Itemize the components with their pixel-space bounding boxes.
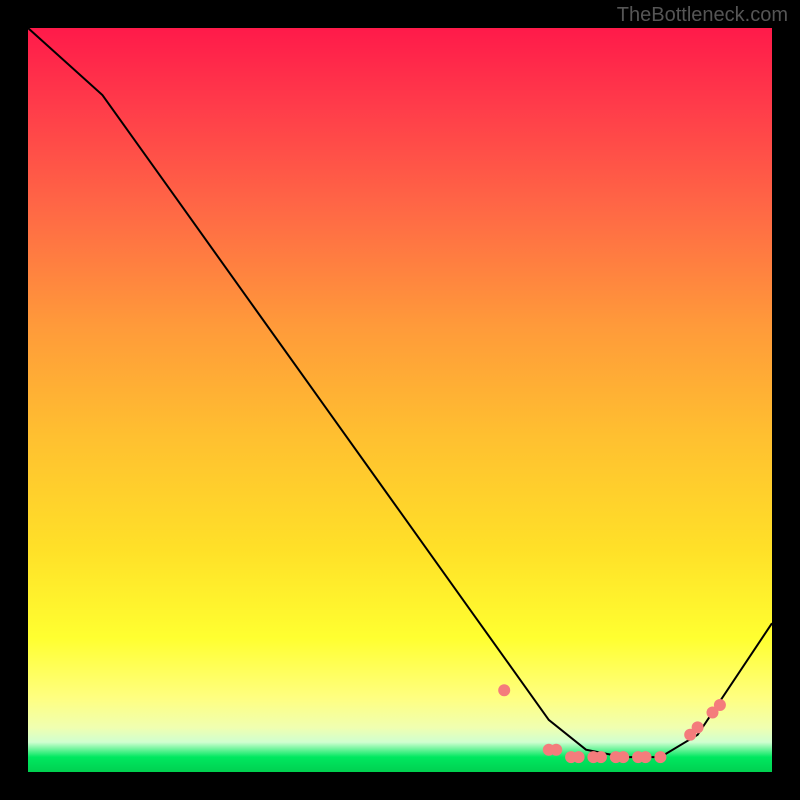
chart-area bbox=[28, 28, 772, 772]
chart-svg bbox=[28, 28, 772, 772]
curve-line bbox=[28, 28, 772, 757]
watermark-text: TheBottleneck.com bbox=[617, 4, 788, 27]
